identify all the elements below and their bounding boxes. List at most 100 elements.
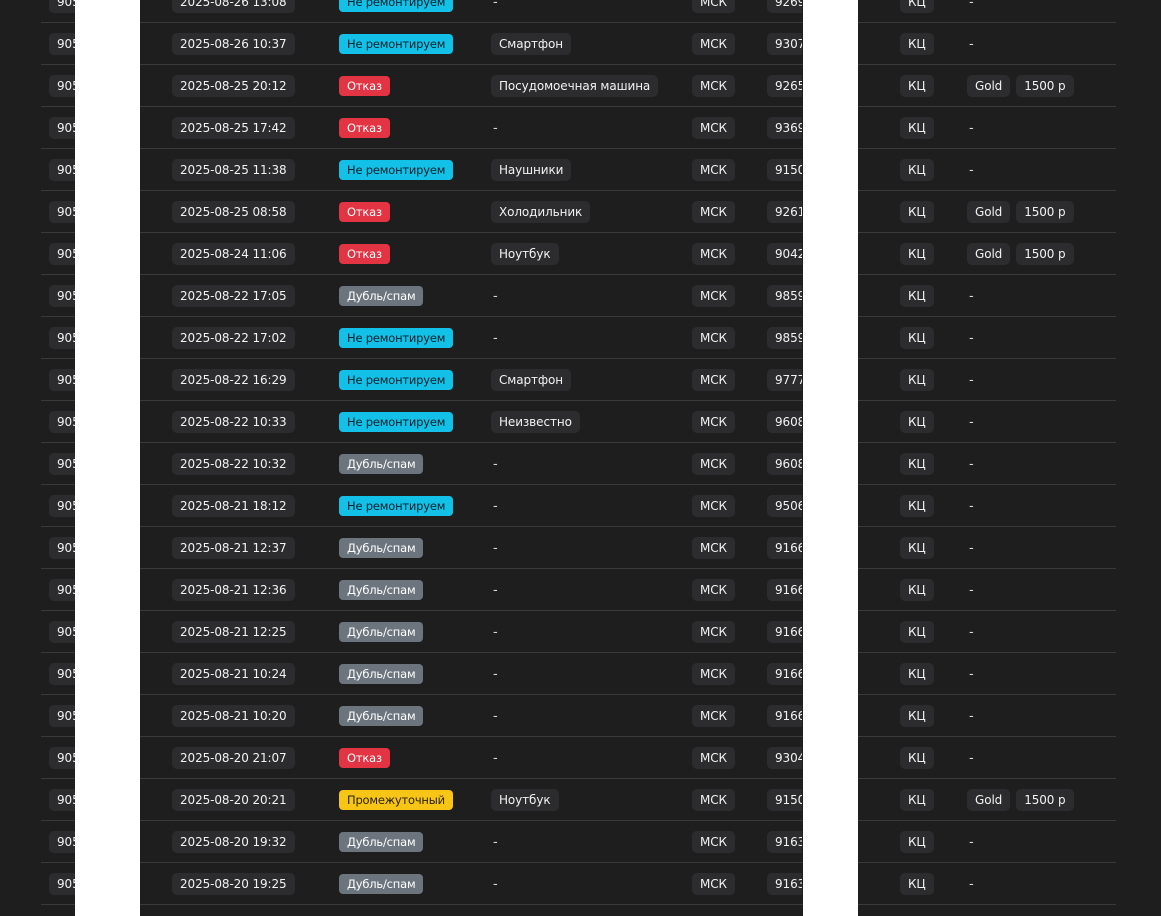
row-device-cell: Наушники <box>491 149 681 191</box>
status-badge: Дубль/спам <box>339 538 424 558</box>
phone-tag: 9261 <box>767 201 802 223</box>
request-date: 2025-08-21 12:25 <box>172 621 295 643</box>
phone-tag: 9042 <box>767 243 802 265</box>
row-device-cell: Ноутбук <box>491 233 681 275</box>
table-row[interactable]: 9052025-08-22 16:29Не ремонтируемСмартфо… <box>140 359 803 401</box>
table-row[interactable]: 9052025-08-22 17:02Не ремонтируем-МСК985… <box>140 317 803 359</box>
source-tag: КЦ <box>900 243 934 265</box>
city-tag: МСК <box>692 0 735 13</box>
row-date-cell: 2025-08-26 13:08 <box>172 0 332 23</box>
table-row[interactable]: 9052025-08-21 10:20Дубль/спам-МСК9166КЦ- <box>140 695 803 737</box>
city-tag: МСК <box>692 201 735 223</box>
row-source-cell: КЦ <box>900 779 940 821</box>
row-status-cell: Дубль/спам <box>339 863 484 905</box>
phone-tag: 9608 <box>767 411 802 433</box>
phone-tag: 9150 <box>767 159 802 181</box>
row-phone-cell: 9777 <box>767 359 802 401</box>
table-row[interactable]: 9052025-08-21 12:37Дубль/спам-МСК9166КЦ- <box>140 527 803 569</box>
row-status-cell: Не ремонтируем <box>339 359 484 401</box>
row-date-cell: 2025-08-21 10:20 <box>172 695 332 737</box>
table-row[interactable]: 9052025-08-26 13:08Не ремонтируем-МСК926… <box>140 0 803 23</box>
table-row[interactable]: 9052025-08-20 20:21ПромежуточныйНоутбукМ… <box>140 779 803 821</box>
source-tag: КЦ <box>900 579 934 601</box>
extra-empty: - <box>969 876 974 892</box>
extra-empty: - <box>969 834 974 850</box>
request-date: 2025-08-20 19:25 <box>172 873 295 895</box>
row-device-cell: Посудомоечная машина <box>491 65 681 107</box>
extra-empty: - <box>969 498 974 514</box>
table-row[interactable]: 9052025-08-20 21:07Отказ-МСК9304КЦ- <box>140 737 803 779</box>
phone-tag: 9150 <box>767 789 802 811</box>
city-tag: МСК <box>692 705 735 727</box>
row-extra-cell: Gold 1500 р <box>967 779 1107 821</box>
row-date-cell: 2025-08-21 12:25 <box>172 611 332 653</box>
row-extra-cell: Gold 1500 р <box>967 65 1107 107</box>
table-row[interactable]: 9052025-08-26 10:37Не ремонтируемСмартфо… <box>140 23 803 65</box>
status-badge: Не ремонтируем <box>339 496 454 516</box>
city-tag: МСК <box>692 453 735 475</box>
row-city-cell: МСК <box>692 0 742 23</box>
table-row[interactable]: 9052025-08-25 11:38Не ремонтируемНаушник… <box>140 149 803 191</box>
source-tag: КЦ <box>900 747 934 769</box>
status-badge: Дубль/спам <box>339 874 424 894</box>
table-row[interactable]: 9052025-08-25 20:12ОтказПосудомоечная ма… <box>140 65 803 107</box>
table-row[interactable]: 9052025-08-21 10:24Дубль/спам-МСК9166КЦ- <box>140 653 803 695</box>
table-row[interactable]: 9052025-08-24 11:06ОтказНоутбукМСК9042КЦ… <box>140 233 803 275</box>
row-date-cell: 2025-08-25 17:42 <box>172 107 332 149</box>
device-empty: - <box>493 540 498 556</box>
row-source-cell: КЦ <box>900 233 940 275</box>
row-status-cell: Не ремонтируем <box>339 149 484 191</box>
table-row[interactable]: 9052025-08-25 08:58ОтказХолодильникМСК92… <box>140 191 803 233</box>
row-source-cell: КЦ <box>900 863 940 905</box>
city-tag: МСК <box>692 579 735 601</box>
row-extra-cell: - <box>967 23 1107 65</box>
row-source-cell: КЦ <box>900 65 940 107</box>
row-source-cell: КЦ <box>900 821 940 863</box>
status-badge: Промежуточный <box>339 790 453 810</box>
request-date: 2025-08-21 12:36 <box>172 579 295 601</box>
table-row[interactable]: 9052025-08-22 17:05Дубль/спам-МСК9859КЦ- <box>140 275 803 317</box>
price-tag: 1500 р <box>1016 75 1074 97</box>
row-extra-cell: - <box>967 401 1107 443</box>
status-badge: Отказ <box>339 76 390 96</box>
row-phone-cell: 9150 <box>767 149 802 191</box>
row-city-cell: МСК <box>692 779 742 821</box>
phone-tag: 9166 <box>767 663 802 685</box>
row-city-cell: МСК <box>692 485 742 527</box>
row-device-cell: - <box>491 107 681 149</box>
row-device-cell: - <box>491 443 681 485</box>
row-source-cell: КЦ <box>900 527 940 569</box>
row-date-cell: 2025-08-22 16:29 <box>172 359 332 401</box>
row-status-cell: Не ремонтируем <box>339 0 484 23</box>
row-status-cell: Отказ <box>339 65 484 107</box>
row-device-cell: Смартфон <box>491 359 681 401</box>
row-source-cell: КЦ <box>900 737 940 779</box>
status-badge: Дубль/спам <box>339 664 424 684</box>
table-row[interactable]: 9052025-08-20 19:32Дубль/спам-МСК9163КЦ- <box>140 821 803 863</box>
table-row[interactable]: 9052025-08-20 19:25Дубль/спам-МСК9163КЦ- <box>140 863 803 905</box>
device-empty: - <box>493 876 498 892</box>
row-city-cell: МСК <box>692 569 742 611</box>
row-city-cell: МСК <box>692 191 742 233</box>
phone-tag: 9777 <box>767 369 802 391</box>
table-row[interactable]: 9052025-08-22 10:33Не ремонтируемНеизвес… <box>140 401 803 443</box>
table-row[interactable]: 9052025-08-22 10:32Дубль/спам-МСК9608КЦ- <box>140 443 803 485</box>
row-status-cell: Отказ <box>339 107 484 149</box>
table-row[interactable]: 9052025-08-21 12:36Дубль/спам-МСК9166КЦ- <box>140 569 803 611</box>
row-date-cell: 2025-08-20 19:32 <box>172 821 332 863</box>
row-phone-cell: 9261 <box>767 191 802 233</box>
source-tag: КЦ <box>900 705 934 727</box>
table-row[interactable]: 9052025-08-21 12:25Дубль/спам-МСК9166КЦ- <box>140 611 803 653</box>
phone-tag: 9269 <box>767 0 802 13</box>
table-row[interactable]: 9052025-08-25 17:42Отказ-МСК9369КЦ- <box>140 107 803 149</box>
row-phone-cell: 9608 <box>767 401 802 443</box>
row-extra-cell: Gold 1500 р <box>967 191 1107 233</box>
source-tag: КЦ <box>900 789 934 811</box>
device-empty: - <box>493 0 498 10</box>
table-row[interactable]: 9052025-08-21 18:12Не ремонтируем-МСК950… <box>140 485 803 527</box>
device-tag: Ноутбук <box>491 789 559 811</box>
row-extra-cell: - <box>967 443 1107 485</box>
row-phone-cell: 9166 <box>767 695 802 737</box>
source-tag: КЦ <box>900 873 934 895</box>
row-status-cell: Не ремонтируем <box>339 23 484 65</box>
